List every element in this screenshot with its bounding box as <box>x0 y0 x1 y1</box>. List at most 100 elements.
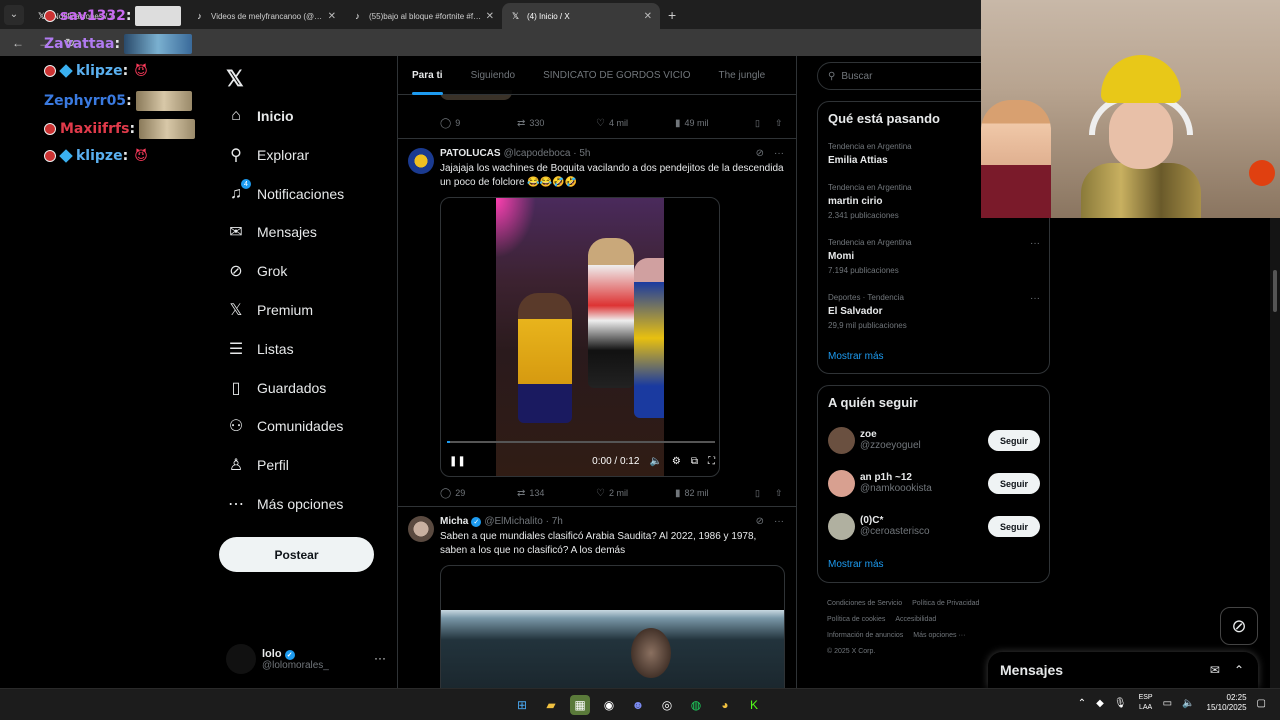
follow-button[interactable]: Seguir <box>988 473 1040 494</box>
share-icon[interactable]: ⇧ <box>775 118 783 129</box>
clock[interactable]: 02:25 15/10/2025 <box>1207 693 1247 713</box>
nav-item-inicio[interactable]: ⌂ Inicio <box>226 101 293 131</box>
nav-item-comunidades[interactable]: ⚇ Comunidades <box>226 411 344 441</box>
pip-icon[interactable]: ⧉ <box>691 456 698 467</box>
steam-icon[interactable]: ◉ <box>599 695 619 715</box>
more-icon[interactable]: ··· <box>374 651 386 665</box>
more-icon[interactable]: ··· <box>1030 238 1040 249</box>
reply-button[interactable]: ◯ 29 <box>440 488 517 499</box>
like-button[interactable]: ♡ 4 mil <box>596 118 675 129</box>
share-icon[interactable]: ⇧ <box>775 488 783 499</box>
browser-tab-2[interactable]: ♪ Videos de melyfrancanoo (@m... ✕ <box>186 3 344 29</box>
close-icon[interactable]: ✕ <box>644 11 652 22</box>
footer-link[interactable]: Información de anuncios <box>827 632 903 639</box>
shield-icon[interactable]: ◆ <box>1096 698 1104 709</box>
nav-item-premium[interactable]: 𝕏 Premium <box>226 295 313 325</box>
volume-icon[interactable]: 🔈 <box>1182 698 1194 709</box>
footer-link[interactable]: Condiciones de Servicio <box>827 600 902 607</box>
tab-siguiendo[interactable]: Siguiendo <box>457 56 529 95</box>
spotify-icon[interactable]: ◍ <box>686 695 706 715</box>
volume-icon[interactable]: 🔈 <box>649 456 661 467</box>
more-icon[interactable]: ··· <box>774 516 784 527</box>
bookmark-icon[interactable]: ▯ <box>755 488 775 499</box>
repost-button[interactable]: ⇄ 330 <box>517 118 596 129</box>
x-logo-icon[interactable]: 𝕏 <box>226 66 244 92</box>
nav-item-grok[interactable]: ⊘ Grok <box>226 256 287 286</box>
tab-para-ti[interactable]: Para ti <box>398 56 457 95</box>
chevron-up-icon[interactable]: ⌃ <box>1078 698 1086 709</box>
microphone-icon[interactable]: 🎙 <box>1114 698 1127 709</box>
tweet-media[interactable] <box>440 565 785 688</box>
footer-link[interactable]: Política de cookies <box>827 616 885 623</box>
new-message-icon[interactable]: ✉ <box>1210 663 1220 677</box>
chevron-up-icon[interactable]: ⌃ <box>1234 663 1244 677</box>
nav-item-guardados[interactable]: ▯ Guardados <box>226 373 327 403</box>
footer-link[interactable]: Más opciones ··· <box>913 632 965 639</box>
bookmark-icon[interactable]: ▯ <box>755 118 775 129</box>
kick-icon[interactable]: K <box>744 695 764 715</box>
follow-item[interactable]: an p1h ~12 @namkoookista Seguir <box>828 469 1040 497</box>
views-button[interactable]: ▮ 49 mil <box>675 118 755 129</box>
nav-item-perfil[interactable]: ♙ Perfil <box>226 450 289 480</box>
tweet-handle[interactable]: @lcapodeboca · 5h <box>504 148 591 159</box>
tab-label: Videos de melyfrancanoo (@m... <box>211 11 324 21</box>
obs-icon[interactable]: ◎ <box>657 695 677 715</box>
messages-drawer[interactable]: Mensajes ✉ ⌃ <box>988 652 1258 688</box>
browser-tab-4[interactable]: 𝕏 (4) Inicio / X ✕ <box>502 3 660 29</box>
tweet-micha[interactable]: Micha ✓ @ElMichalito · 7h ⊘ ··· Saben a … <box>398 507 796 688</box>
grok-icon[interactable]: ⊘ <box>756 516 764 527</box>
pause-icon[interactable]: ❚❚ <box>449 456 466 467</box>
file-explorer-icon[interactable]: ▰ <box>541 695 561 715</box>
gear-icon[interactable]: ⚙ <box>672 456 681 467</box>
nav-item-explorar[interactable]: ⚲ Explorar <box>226 140 309 170</box>
fullscreen-icon[interactable]: ⛶ <box>708 456 715 467</box>
more-icon[interactable]: ··· <box>1030 293 1040 304</box>
tab-search-icon[interactable]: ⌄ <box>4 4 24 25</box>
trend-item[interactable]: Deportes · Tendencia El Salvador 29,9 mi… <box>828 293 1040 330</box>
follow-button[interactable]: Seguir <box>988 516 1040 537</box>
close-icon[interactable]: ✕ <box>486 11 494 22</box>
tab-the-jungle[interactable]: The jungle <box>705 56 780 95</box>
close-icon[interactable]: ✕ <box>328 11 336 22</box>
page-scrollbar[interactable] <box>1270 218 1280 688</box>
follow-item[interactable]: zoe @zzoeyoguel Seguir <box>828 426 1040 454</box>
footer-link[interactable]: Política de Privacidad <box>912 600 979 607</box>
tweet-patolucas[interactable]: PATOLUCAS @lcapodeboca · 5h ⊘ ··· Jajaja… <box>398 139 796 507</box>
app-icon[interactable]: ▦ <box>570 695 590 715</box>
post-button[interactable]: Postear <box>219 537 374 572</box>
nav-item-mas-opciones[interactable]: ⋯ Más opciones <box>226 489 343 519</box>
repost-button[interactable]: ⇄ 134 <box>517 488 596 499</box>
chrome-icon[interactable]: ◕ <box>715 695 735 715</box>
account-switcher[interactable]: lolo ✓ @lolomorales_ ··· <box>226 641 386 677</box>
nav-item-notificaciones[interactable]: ♫ 4 Notificaciones <box>226 179 344 209</box>
grok-icon[interactable]: ⊘ <box>756 148 764 159</box>
tab-sindicato[interactable]: SINDICATO DE GORDOS VICIO <box>529 56 704 95</box>
like-button[interactable]: ♡ 2 mil <box>596 488 675 499</box>
grok-button[interactable]: ⊘ <box>1220 607 1258 645</box>
nav-item-mensajes[interactable]: ✉ Mensajes <box>226 217 317 247</box>
video-player[interactable]: ❚❚ 0:00 / 0:12 🔈 ⚙ ⧉ ⛶ <box>440 197 720 477</box>
reply-button[interactable]: ◯ 9 <box>440 118 517 129</box>
footer-link[interactable]: Accesibilidad <box>895 616 936 623</box>
display-icon[interactable]: ▭ <box>1163 698 1172 709</box>
nav-item-listas[interactable]: ☰ Listas <box>226 334 294 364</box>
show-more-link[interactable]: Mostrar más <box>828 559 884 570</box>
scrollbar-thumb[interactable] <box>1273 270 1277 312</box>
discord-icon[interactable]: ☻ <box>628 695 648 715</box>
browser-tab-3[interactable]: ♪ (55)bajo al bloque #fortnite #fu... ✕ <box>344 3 502 29</box>
tweet-author[interactable]: Micha <box>440 516 468 527</box>
trend-item[interactable]: Tendencia en Argentina Momi 7.194 public… <box>828 238 1040 275</box>
notification-icon[interactable]: ▢ <box>1257 698 1266 709</box>
views-button[interactable]: ▮ 82 mil <box>675 488 755 499</box>
show-more-link[interactable]: Mostrar más <box>828 351 884 362</box>
windows-start-icon[interactable]: ⊞ <box>512 695 532 715</box>
new-tab-icon[interactable]: + <box>668 7 676 23</box>
back-arrow-icon[interactable]: ← <box>10 36 26 50</box>
video-progress-bar[interactable] <box>447 441 715 443</box>
language-indicator[interactable]: ESP LAA <box>1139 693 1153 713</box>
tweet-handle[interactable]: @ElMichalito · 7h <box>484 516 563 527</box>
more-icon[interactable]: ··· <box>774 148 784 159</box>
tweet-author[interactable]: PATOLUCAS <box>440 148 501 159</box>
follow-button[interactable]: Seguir <box>988 430 1040 451</box>
follow-item[interactable]: (0)C* @ceroasterisco Seguir <box>828 512 1040 540</box>
